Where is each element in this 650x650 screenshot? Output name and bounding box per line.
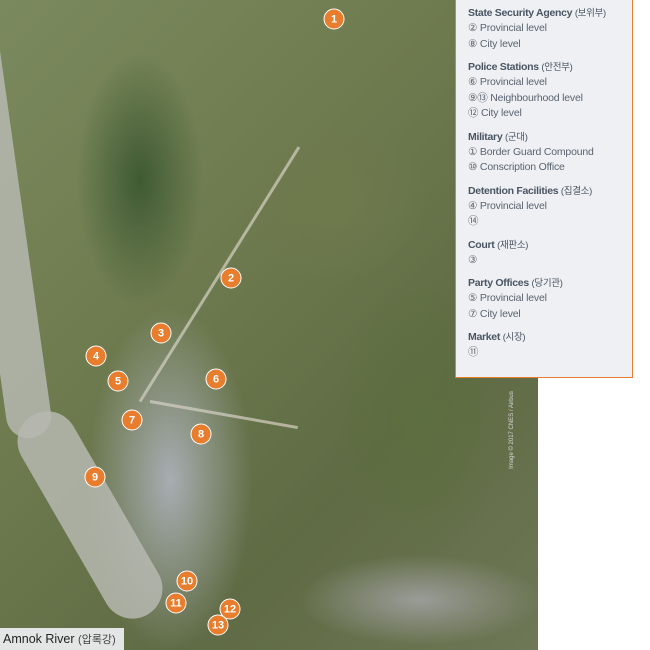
image-credit: Image © 2017 CNES / Airbus	[509, 391, 515, 469]
legend-item: ⑪	[468, 346, 479, 358]
legend-korean: (시장)	[502, 332, 526, 343]
legend-item: ⑦ City level	[468, 307, 521, 320]
river-label: Amnok River (압록강)	[0, 628, 124, 650]
river	[0, 18, 55, 442]
legend-item: ① Border Guard Compound	[468, 145, 594, 158]
river	[6, 400, 174, 630]
legend: State Security Agency (보위부) ② Provincial …	[455, 0, 633, 378]
legend-item: ⑤ Provincial level	[468, 292, 547, 304]
legend-section: Detention Facilities (집결소) ④ Provincial l…	[468, 184, 626, 230]
legend-korean: (군대)	[505, 131, 528, 143]
road	[149, 400, 298, 430]
map-marker-13[interactable]: 13	[207, 614, 229, 636]
legend-heading: Market (시장)	[468, 330, 626, 345]
map-marker-4[interactable]: 4	[85, 345, 107, 367]
map-marker-1[interactable]: 1	[323, 8, 345, 30]
legend-title: Detention Facilities	[468, 184, 559, 197]
legend-item: ⑨⑬ Neighbourhood level	[468, 91, 583, 104]
legend-heading: Military (군대)	[468, 130, 626, 145]
legend-korean: (집결소)	[560, 185, 592, 197]
legend-title: Police Stations	[468, 61, 539, 73]
map-marker-9[interactable]: 9	[84, 466, 106, 488]
legend-section: State Security Agency (보위부) ② Provincial …	[468, 6, 626, 52]
map-marker-10[interactable]: 10	[176, 570, 198, 592]
map-marker-5[interactable]: 5	[107, 370, 129, 392]
river-name: Amnok River	[3, 632, 75, 646]
legend-title: State Security Agency	[468, 7, 573, 19]
legend-item: ② Provincial level	[468, 22, 547, 34]
legend-section: Court (재판소) ③	[468, 238, 626, 269]
legend-heading: Detention Facilities (집결소)	[468, 184, 626, 199]
legend-korean: (안전부)	[541, 62, 573, 73]
road	[138, 146, 301, 403]
legend-section: Military (군대) ① Border Guard Compound ⑩ Co…	[468, 130, 626, 176]
legend-section: Market (시장) ⑪	[468, 330, 626, 361]
legend-heading: State Security Agency (보위부)	[468, 6, 626, 21]
legend-korean: (보위부)	[574, 8, 606, 19]
map-marker-8[interactable]: 8	[190, 423, 212, 445]
legend-item: ⑥ Provincial level	[468, 76, 547, 88]
legend-item: ④ Provincial level	[468, 199, 547, 212]
map-marker-11[interactable]: 11	[165, 592, 187, 614]
legend-item: ⑧ City level	[468, 37, 521, 50]
legend-heading: Court (재판소)	[468, 238, 626, 253]
legend-title: Military	[468, 130, 503, 143]
legend-korean: (당기관)	[531, 278, 563, 289]
legend-title: Court	[468, 238, 495, 251]
legend-section: Police Stations (안전부) ⑥ Provincial level ⑨…	[468, 60, 626, 122]
legend-section: Party Offices (당기관) ⑤ Provincial level ⑦ C…	[468, 276, 626, 322]
legend-title: Party Offices	[468, 277, 529, 289]
map-marker-2[interactable]: 2	[220, 267, 242, 289]
map-marker-3[interactable]: 3	[150, 322, 172, 344]
map-marker-6[interactable]: 6	[205, 368, 227, 390]
legend-item: ③	[468, 253, 478, 266]
legend-item: ⑩ Conscription Office	[468, 161, 565, 173]
legend-title: Market	[468, 331, 501, 343]
legend-heading: Police Stations (안전부)	[468, 60, 626, 75]
river-korean: (압록강)	[78, 634, 116, 646]
legend-item: ⑫ City level	[468, 107, 522, 119]
legend-heading: Party Offices (당기관)	[468, 276, 626, 291]
legend-item: ⑭	[468, 215, 479, 227]
map-marker-7[interactable]: 7	[121, 409, 143, 431]
legend-korean: (재판소)	[497, 239, 529, 251]
